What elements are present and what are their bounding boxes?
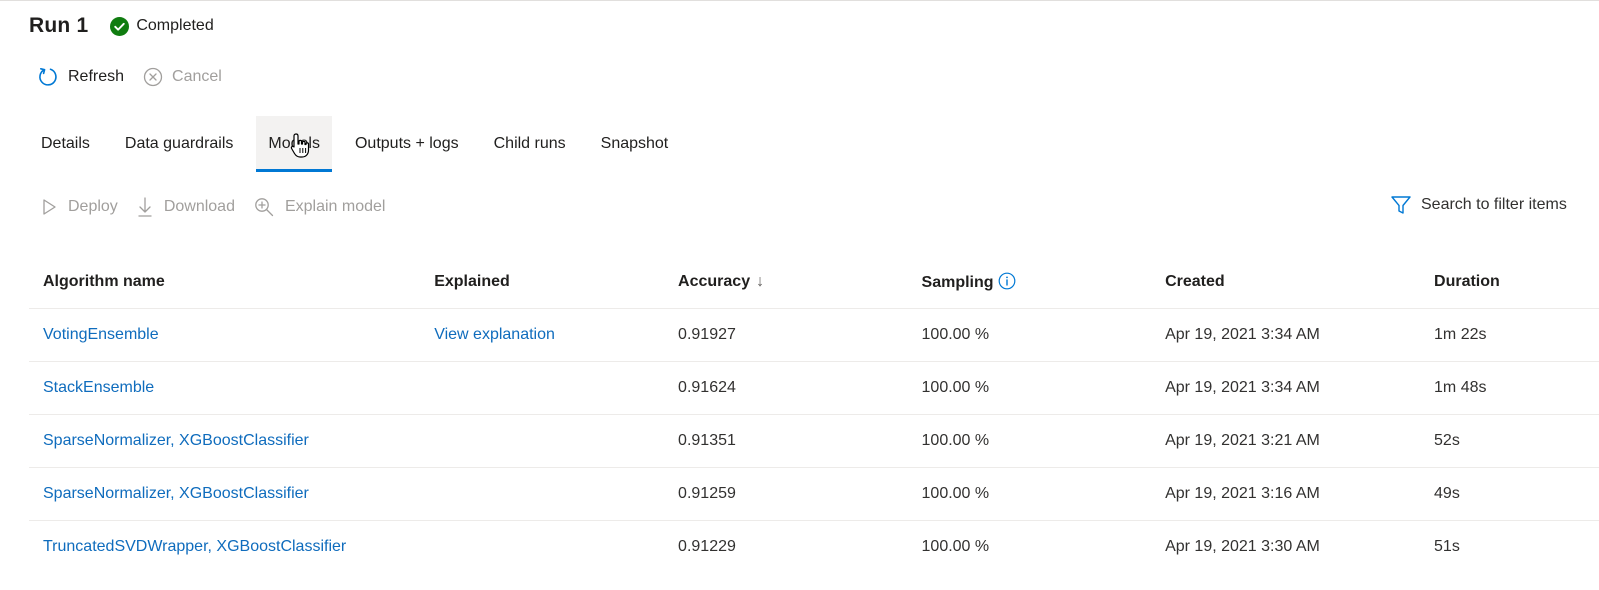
header-label: Created (1165, 273, 1225, 290)
created-cell: Apr 19, 2021 3:34 AM (1151, 361, 1421, 415)
table-header-row: Algorithm name Explained Accuracy ↓ Sampl… (29, 256, 1599, 309)
cancel-label: Cancel (172, 68, 222, 85)
column-header-explained[interactable]: Explained (420, 256, 665, 309)
status-badge: Completed (110, 16, 214, 36)
table-row: StackEnsemble 0.91624 100.00 % Apr 19, 2… (29, 361, 1599, 415)
column-header-accuracy[interactable]: Accuracy ↓ (664, 256, 908, 309)
tab-snapshot[interactable]: Snapshot (589, 116, 681, 172)
header-label: Sampling (921, 274, 994, 291)
header-label: Duration (1434, 273, 1500, 290)
tab-label: Child runs (493, 135, 566, 152)
created-cell: Apr 19, 2021 3:16 AM (1151, 467, 1421, 521)
sampling-cell: 100.00 % (907, 414, 1152, 468)
duration-cell: 52s (1420, 414, 1599, 468)
accuracy-cell: 0.91927 (664, 308, 908, 362)
explained-cell (420, 414, 665, 468)
tab-details[interactable]: Details (29, 116, 102, 172)
algorithm-link[interactable]: SparseNormalizer, XGBoostClassifier (43, 485, 309, 502)
download-button[interactable]: Download (137, 196, 235, 218)
tab-outputs-logs[interactable]: Outputs + logs (343, 116, 471, 172)
created-cell: Apr 19, 2021 3:21 AM (1151, 414, 1421, 468)
table-row: VotingEnsemble View explanation 0.91927 … (29, 308, 1599, 362)
tab-data-guardrails[interactable]: Data guardrails (113, 116, 246, 172)
info-icon[interactable] (998, 272, 1016, 290)
algorithm-link[interactable]: VotingEnsemble (43, 326, 159, 343)
duration-cell: 1m 48s (1420, 361, 1599, 415)
cancel-icon (143, 67, 163, 87)
tab-models[interactable]: Models (256, 116, 332, 172)
sampling-cell: 100.00 % (921, 538, 990, 555)
tab-bar: Details Data guardrails Models Outputs +… (29, 116, 691, 172)
model-actions-bar: Deploy Download Explain model (41, 196, 404, 218)
explained-cell (420, 521, 664, 574)
algorithm-link[interactable]: StackEnsemble (43, 379, 154, 396)
zoom-in-icon (255, 198, 274, 217)
download-label: Download (163, 198, 235, 215)
algorithm-link[interactable]: TruncatedSVDWrapper, XGBoostClassifier (43, 538, 346, 555)
table-row: SparseNormalizer, XGBoostClassifier 0.91… (29, 467, 1599, 521)
sampling-cell: 100.00 % (907, 308, 1152, 362)
header-label: Accuracy (678, 273, 751, 290)
filter-placeholder: Search to filter items (1421, 196, 1567, 213)
duration-cell: 51s (1434, 538, 1460, 555)
explained-cell (420, 467, 665, 521)
column-header-duration[interactable]: Duration (1420, 256, 1599, 309)
tab-label: Models (268, 135, 320, 152)
tab-child-runs[interactable]: Child runs (482, 116, 578, 172)
deploy-button[interactable]: Deploy (41, 198, 118, 216)
tab-label: Data guardrails (124, 135, 234, 152)
accuracy-cell: 0.91259 (664, 467, 908, 521)
explained-cell (420, 361, 665, 415)
column-header-sampling[interactable]: Sampling (907, 256, 1152, 309)
page-title: Run 1 (29, 14, 89, 37)
sort-descending-icon: ↓ (756, 273, 765, 290)
header-label: Explained (434, 273, 510, 290)
header-label: Algorithm name (43, 273, 165, 290)
deploy-label: Deploy (68, 198, 118, 215)
sampling-cell: 100.00 % (907, 467, 1152, 521)
play-icon (43, 199, 56, 215)
tab-label: Details (41, 135, 90, 152)
table-row: SparseNormalizer, XGBoostClassifier 0.91… (29, 414, 1599, 468)
column-header-created[interactable]: Created (1151, 256, 1421, 309)
filter-search[interactable]: Search to filter items (1390, 194, 1567, 216)
created-cell: Apr 19, 2021 3:34 AM (1151, 308, 1421, 362)
tab-label: Outputs + logs (354, 135, 459, 152)
accuracy-cell: 0.91624 (664, 361, 908, 415)
explain-model-button[interactable]: Explain model (254, 197, 386, 217)
top-divider (0, 0, 1599, 1)
sampling-cell: 100.00 % (907, 361, 1152, 415)
column-header-algorithm[interactable]: Algorithm name (29, 256, 421, 309)
command-bar: Refresh Cancel (37, 66, 241, 88)
tab-label: Snapshot (600, 135, 669, 152)
filter-icon (1391, 196, 1411, 214)
accuracy-cell: 0.91351 (664, 414, 908, 468)
download-icon (138, 197, 152, 217)
table-row: TruncatedSVDWrapper, XGBoostClassifier 0… (29, 521, 1599, 574)
refresh-label: Refresh (68, 68, 125, 85)
models-table: Algorithm name Explained Accuracy ↓ Sampl… (29, 256, 1599, 573)
check-circle-icon (110, 16, 130, 36)
cancel-button[interactable]: Cancel (143, 67, 222, 87)
explain-label: Explain model (284, 198, 386, 215)
refresh-button[interactable]: Refresh (37, 66, 124, 88)
status-text: Completed (136, 17, 214, 34)
run-header: Run 1 Completed (29, 14, 214, 38)
view-explanation-link[interactable]: View explanation (434, 326, 555, 343)
refresh-icon (39, 68, 57, 86)
duration-cell: 1m 22s (1420, 308, 1599, 362)
accuracy-cell: 0.91229 (678, 538, 736, 555)
created-cell: Apr 19, 2021 3:30 AM (1165, 538, 1320, 555)
algorithm-link[interactable]: SparseNormalizer, XGBoostClassifier (43, 432, 309, 449)
duration-cell: 49s (1420, 467, 1599, 521)
